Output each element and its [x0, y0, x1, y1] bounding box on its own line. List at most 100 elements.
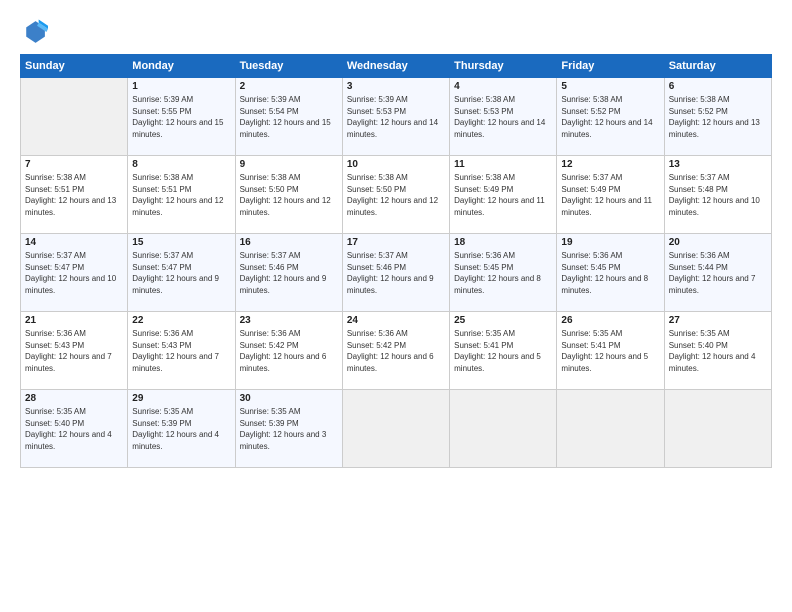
- day-number: 24: [347, 315, 445, 326]
- calendar-cell: 14 Sunrise: 5:37 AMSunset: 5:47 PMDayligh…: [21, 234, 128, 312]
- day-number: 18: [454, 237, 552, 248]
- week-row-2: 14 Sunrise: 5:37 AMSunset: 5:47 PMDayligh…: [21, 234, 772, 312]
- cell-text: Sunrise: 5:38 AMSunset: 5:52 PMDaylight:…: [669, 95, 760, 139]
- calendar-cell: 6 Sunrise: 5:38 AMSunset: 5:52 PMDaylight…: [664, 78, 771, 156]
- day-header-friday: Friday: [557, 55, 664, 78]
- day-number: 26: [561, 315, 659, 326]
- cell-text: Sunrise: 5:37 AMSunset: 5:47 PMDaylight:…: [132, 251, 219, 295]
- calendar-cell: 27 Sunrise: 5:35 AMSunset: 5:40 PMDayligh…: [664, 312, 771, 390]
- day-number: 25: [454, 315, 552, 326]
- day-number: 2: [240, 81, 338, 92]
- day-number: 27: [669, 315, 767, 326]
- calendar-cell: 22 Sunrise: 5:36 AMSunset: 5:43 PMDayligh…: [128, 312, 235, 390]
- day-number: 23: [240, 315, 338, 326]
- day-header-thursday: Thursday: [450, 55, 557, 78]
- cell-text: Sunrise: 5:35 AMSunset: 5:40 PMDaylight:…: [25, 407, 112, 451]
- cell-text: Sunrise: 5:36 AMSunset: 5:45 PMDaylight:…: [454, 251, 541, 295]
- day-number: 7: [25, 159, 123, 170]
- calendar-cell: 28 Sunrise: 5:35 AMSunset: 5:40 PMDayligh…: [21, 390, 128, 468]
- calendar-cell: 12 Sunrise: 5:37 AMSunset: 5:49 PMDayligh…: [557, 156, 664, 234]
- calendar-cell: 30 Sunrise: 5:35 AMSunset: 5:39 PMDayligh…: [235, 390, 342, 468]
- day-number: 15: [132, 237, 230, 248]
- calendar-cell: 3 Sunrise: 5:39 AMSunset: 5:53 PMDaylight…: [342, 78, 449, 156]
- day-number: 28: [25, 393, 123, 404]
- cell-text: Sunrise: 5:36 AMSunset: 5:43 PMDaylight:…: [25, 329, 112, 373]
- calendar-cell: [450, 390, 557, 468]
- cell-text: Sunrise: 5:38 AMSunset: 5:52 PMDaylight:…: [561, 95, 652, 139]
- calendar-table: SundayMondayTuesdayWednesdayThursdayFrid…: [20, 54, 772, 468]
- header: [20, 18, 772, 46]
- calendar-cell: 17Sunrise: 5:37 AMSunset: 5:46 PMDayligh…: [342, 234, 449, 312]
- day-number: 3: [347, 81, 445, 92]
- cell-text: Sunrise: 5:37 AMSunset: 5:49 PMDaylight:…: [561, 173, 652, 217]
- calendar-cell: 21Sunrise: 5:36 AMSunset: 5:43 PMDayligh…: [21, 312, 128, 390]
- calendar-cell: 9 Sunrise: 5:38 AMSunset: 5:50 PMDaylight…: [235, 156, 342, 234]
- day-number: 29: [132, 393, 230, 404]
- page: SundayMondayTuesdayWednesdayThursdayFrid…: [0, 0, 792, 612]
- cell-text: Sunrise: 5:36 AMSunset: 5:44 PMDaylight:…: [669, 251, 756, 295]
- day-number: 12: [561, 159, 659, 170]
- day-number: 9: [240, 159, 338, 170]
- cell-text: Sunrise: 5:38 AMSunset: 5:50 PMDaylight:…: [240, 173, 331, 217]
- cell-text: Sunrise: 5:37 AMSunset: 5:47 PMDaylight:…: [25, 251, 116, 295]
- day-header-saturday: Saturday: [664, 55, 771, 78]
- cell-text: Sunrise: 5:35 AMSunset: 5:40 PMDaylight:…: [669, 329, 756, 373]
- calendar-cell: 10Sunrise: 5:38 AMSunset: 5:50 PMDayligh…: [342, 156, 449, 234]
- calendar-cell: 20 Sunrise: 5:36 AMSunset: 5:44 PMDayligh…: [664, 234, 771, 312]
- calendar-cell: 16 Sunrise: 5:37 AMSunset: 5:46 PMDayligh…: [235, 234, 342, 312]
- cell-text: Sunrise: 5:35 AMSunset: 5:39 PMDaylight:…: [132, 407, 219, 451]
- cell-text: Sunrise: 5:37 AMSunset: 5:48 PMDaylight:…: [669, 173, 760, 217]
- day-number: 16: [240, 237, 338, 248]
- week-row-1: 7 Sunrise: 5:38 AMSunset: 5:51 PMDaylight…: [21, 156, 772, 234]
- day-number: 17: [347, 237, 445, 248]
- calendar-cell: 1 Sunrise: 5:39 AMSunset: 5:55 PMDaylight…: [128, 78, 235, 156]
- header-row: SundayMondayTuesdayWednesdayThursdayFrid…: [21, 55, 772, 78]
- cell-text: Sunrise: 5:36 AMSunset: 5:45 PMDaylight:…: [561, 251, 648, 295]
- calendar-cell: 15 Sunrise: 5:37 AMSunset: 5:47 PMDayligh…: [128, 234, 235, 312]
- calendar-cell: 18 Sunrise: 5:36 AMSunset: 5:45 PMDayligh…: [450, 234, 557, 312]
- cell-text: Sunrise: 5:38 AMSunset: 5:51 PMDaylight:…: [132, 173, 223, 217]
- logo-icon: [20, 18, 48, 46]
- calendar-cell: 2Sunrise: 5:39 AMSunset: 5:54 PMDaylight…: [235, 78, 342, 156]
- day-number: 30: [240, 393, 338, 404]
- day-number: 5: [561, 81, 659, 92]
- calendar-cell: 5 Sunrise: 5:38 AMSunset: 5:52 PMDaylight…: [557, 78, 664, 156]
- day-header-monday: Monday: [128, 55, 235, 78]
- calendar-cell: 29 Sunrise: 5:35 AMSunset: 5:39 PMDayligh…: [128, 390, 235, 468]
- cell-text: Sunrise: 5:38 AMSunset: 5:50 PMDaylight:…: [347, 173, 438, 217]
- cell-text: Sunrise: 5:37 AMSunset: 5:46 PMDaylight:…: [240, 251, 327, 295]
- calendar-cell: [664, 390, 771, 468]
- calendar-cell: [21, 78, 128, 156]
- cell-text: Sunrise: 5:35 AMSunset: 5:39 PMDaylight:…: [240, 407, 327, 451]
- cell-text: Sunrise: 5:39 AMSunset: 5:55 PMDaylight:…: [132, 95, 223, 139]
- week-row-3: 21Sunrise: 5:36 AMSunset: 5:43 PMDayligh…: [21, 312, 772, 390]
- day-number: 6: [669, 81, 767, 92]
- day-number: 13: [669, 159, 767, 170]
- calendar-cell: 25 Sunrise: 5:35 AMSunset: 5:41 PMDayligh…: [450, 312, 557, 390]
- calendar-cell: 26 Sunrise: 5:35 AMSunset: 5:41 PMDayligh…: [557, 312, 664, 390]
- day-number: 14: [25, 237, 123, 248]
- cell-text: Sunrise: 5:36 AMSunset: 5:42 PMDaylight:…: [240, 329, 327, 373]
- day-number: 22: [132, 315, 230, 326]
- calendar-cell: 8Sunrise: 5:38 AMSunset: 5:51 PMDaylight…: [128, 156, 235, 234]
- cell-text: Sunrise: 5:35 AMSunset: 5:41 PMDaylight:…: [454, 329, 541, 373]
- cell-text: Sunrise: 5:36 AMSunset: 5:42 PMDaylight:…: [347, 329, 434, 373]
- cell-text: Sunrise: 5:38 AMSunset: 5:51 PMDaylight:…: [25, 173, 116, 217]
- calendar-cell: 24 Sunrise: 5:36 AMSunset: 5:42 PMDayligh…: [342, 312, 449, 390]
- day-number: 20: [669, 237, 767, 248]
- cell-text: Sunrise: 5:35 AMSunset: 5:41 PMDaylight:…: [561, 329, 648, 373]
- cell-text: Sunrise: 5:38 AMSunset: 5:49 PMDaylight:…: [454, 173, 545, 217]
- cell-text: Sunrise: 5:38 AMSunset: 5:53 PMDaylight:…: [454, 95, 545, 139]
- calendar-cell: 19Sunrise: 5:36 AMSunset: 5:45 PMDayligh…: [557, 234, 664, 312]
- calendar-cell: [342, 390, 449, 468]
- day-number: 11: [454, 159, 552, 170]
- day-header-sunday: Sunday: [21, 55, 128, 78]
- logo: [20, 18, 52, 46]
- cell-text: Sunrise: 5:39 AMSunset: 5:53 PMDaylight:…: [347, 95, 438, 139]
- calendar-cell: 11 Sunrise: 5:38 AMSunset: 5:49 PMDayligh…: [450, 156, 557, 234]
- week-row-4: 28 Sunrise: 5:35 AMSunset: 5:40 PMDayligh…: [21, 390, 772, 468]
- day-number: 4: [454, 81, 552, 92]
- day-number: 1: [132, 81, 230, 92]
- cell-text: Sunrise: 5:36 AMSunset: 5:43 PMDaylight:…: [132, 329, 219, 373]
- week-row-0: 1 Sunrise: 5:39 AMSunset: 5:55 PMDaylight…: [21, 78, 772, 156]
